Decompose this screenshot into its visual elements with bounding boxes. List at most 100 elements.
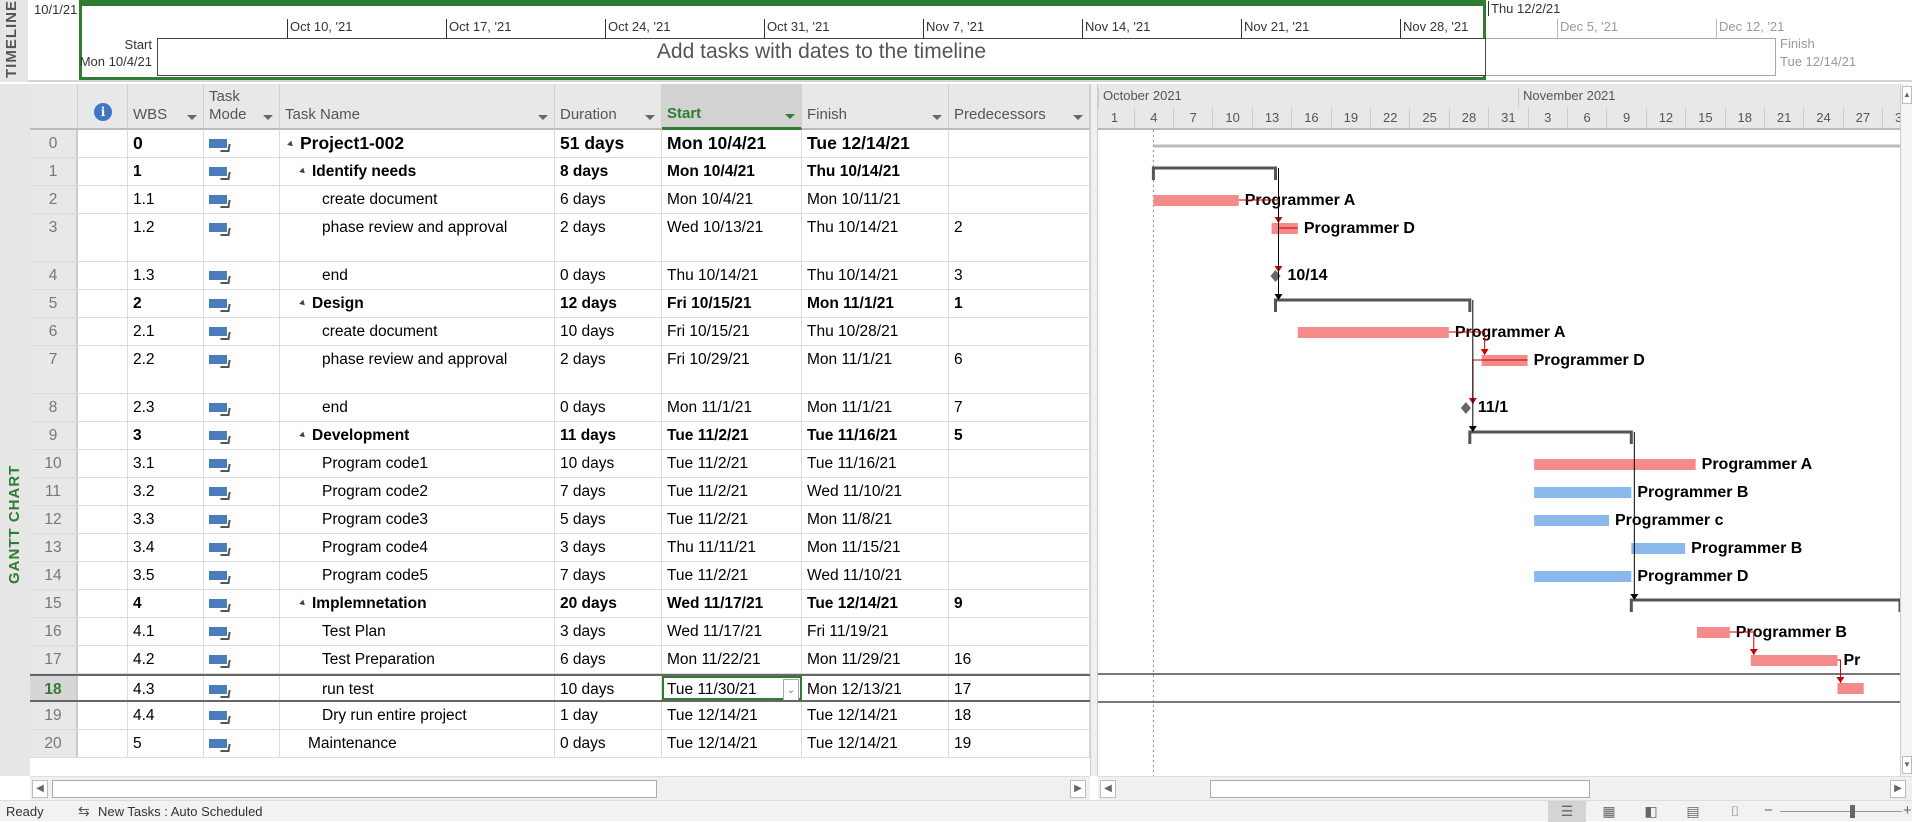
- finish-cell[interactable]: Thu 10/14/21: [802, 158, 949, 185]
- task-bar[interactable]: [1750, 655, 1838, 666]
- finish-cell[interactable]: Mon 10/11/21: [802, 186, 949, 213]
- row-number[interactable]: 6: [30, 318, 78, 345]
- row-number[interactable]: 5: [30, 290, 78, 317]
- task-bar[interactable]: [1534, 571, 1632, 582]
- summary-bar[interactable]: [1468, 430, 1633, 444]
- table-row[interactable]: 6 2.1 create document 10 days Fri 10/15/21 Th…: [30, 318, 1090, 346]
- start-cell[interactable]: Fri 10/29/21: [662, 346, 802, 393]
- finish-cell[interactable]: Thu 10/14/21: [802, 214, 949, 261]
- finish-cell[interactable]: Mon 11/1/21: [802, 394, 949, 421]
- row-number[interactable]: 17: [30, 646, 78, 673]
- start-cell[interactable]: Tue 11/30/21 ⌄: [662, 676, 802, 700]
- wbs-cell[interactable]: 4.2: [128, 646, 204, 673]
- task-mode-cell[interactable]: [204, 730, 280, 757]
- scroll-up-arrow[interactable]: ▲: [1902, 86, 1912, 104]
- team-planner-view-button[interactable]: ◧: [1632, 801, 1670, 822]
- indicators-cell[interactable]: [78, 158, 128, 185]
- new-tasks-mode[interactable]: New Tasks : Auto Scheduled: [98, 804, 263, 819]
- start-cell[interactable]: Wed 11/17/21: [662, 590, 802, 617]
- table-row[interactable]: 3 1.2 phase review and approval 2 days Wed 1…: [30, 214, 1090, 262]
- column-header-start[interactable]: Start: [662, 84, 802, 130]
- indicators-cell[interactable]: [78, 290, 128, 317]
- wbs-cell[interactable]: 1.1: [128, 186, 204, 213]
- task-mode-cell[interactable]: [204, 646, 280, 673]
- table-row[interactable]: 0 0 Project1-002 51 days Mon 10/4/21 Tue 12/1…: [30, 130, 1090, 158]
- column-header-predecessors[interactable]: Predecessors: [949, 84, 1090, 130]
- zoom-slider-handle[interactable]: [1850, 805, 1855, 818]
- task-name-cell[interactable]: Identify needs: [280, 158, 555, 185]
- task-mode-cell[interactable]: [204, 534, 280, 561]
- chevron-down-icon[interactable]: [263, 115, 273, 120]
- wbs-cell[interactable]: 2.1: [128, 318, 204, 345]
- finish-cell[interactable]: Mon 11/29/21: [802, 646, 949, 673]
- predecessors-cell[interactable]: [949, 450, 1090, 477]
- start-cell[interactable]: Mon 10/4/21: [662, 186, 802, 213]
- finish-cell[interactable]: Tue 12/14/21: [802, 590, 949, 617]
- row-number[interactable]: 7: [30, 346, 78, 393]
- table-row[interactable]: 7 2.2 phase review and approval 2 days Fri 1…: [30, 346, 1090, 394]
- start-cell[interactable]: Wed 10/13/21: [662, 214, 802, 261]
- duration-cell[interactable]: 51 days: [555, 130, 662, 157]
- indicators-cell[interactable]: [78, 450, 128, 477]
- vertical-scroll-track[interactable]: [1902, 106, 1912, 806]
- wbs-cell[interactable]: 0: [128, 130, 204, 157]
- task-mode-cell[interactable]: [204, 346, 280, 393]
- indicators-cell[interactable]: [78, 422, 128, 449]
- row-number[interactable]: 1: [30, 158, 78, 185]
- wbs-cell[interactable]: 3.2: [128, 478, 204, 505]
- scroll-right-arrow[interactable]: ▶: [1070, 780, 1086, 798]
- row-number[interactable]: 18: [30, 676, 78, 700]
- task-bar[interactable]: [1696, 627, 1730, 638]
- row-number[interactable]: 14: [30, 562, 78, 589]
- duration-cell[interactable]: 0 days: [555, 394, 662, 421]
- predecessors-cell[interactable]: 1: [949, 290, 1090, 317]
- chevron-down-icon[interactable]: [932, 115, 942, 120]
- duration-cell[interactable]: 2 days: [555, 346, 662, 393]
- duration-cell[interactable]: 7 days: [555, 562, 662, 589]
- finish-cell[interactable]: Tue 12/14/21: [802, 130, 949, 157]
- task-mode-cell[interactable]: [204, 158, 280, 185]
- pane-splitter[interactable]: [1090, 84, 1098, 776]
- start-cell[interactable]: Tue 12/14/21: [662, 702, 802, 729]
- duration-cell[interactable]: 10 days: [555, 676, 662, 700]
- task-name-cell[interactable]: Program code2: [280, 478, 555, 505]
- wbs-cell[interactable]: 3.4: [128, 534, 204, 561]
- duration-cell[interactable]: 6 days: [555, 646, 662, 673]
- start-cell[interactable]: Thu 11/11/21: [662, 534, 802, 561]
- row-number[interactable]: 12: [30, 506, 78, 533]
- report-view-button[interactable]: ⌷: [1716, 801, 1754, 822]
- predecessors-cell[interactable]: [949, 186, 1090, 213]
- indicators-cell[interactable]: [78, 676, 128, 700]
- finish-cell[interactable]: Fri 11/19/21: [802, 618, 949, 645]
- task-mode-cell[interactable]: [204, 422, 280, 449]
- wbs-cell[interactable]: 1.2: [128, 214, 204, 261]
- finish-cell[interactable]: Tue 12/14/21: [802, 730, 949, 757]
- task-mode-cell[interactable]: [204, 290, 280, 317]
- finish-cell[interactable]: Tue 11/16/21: [802, 450, 949, 477]
- gantt-bars-area[interactable]: Programmer AProgrammer DProgrammer AProg…: [1098, 130, 1900, 776]
- wbs-cell[interactable]: 2.3: [128, 394, 204, 421]
- predecessors-cell[interactable]: [949, 318, 1090, 345]
- task-name-cell[interactable]: Program code1: [280, 450, 555, 477]
- collapse-triangle-icon[interactable]: [299, 300, 307, 308]
- wbs-cell[interactable]: 2.2: [128, 346, 204, 393]
- column-header-indicators[interactable]: i: [78, 84, 128, 130]
- task-name-cell[interactable]: Dry run entire project: [280, 702, 555, 729]
- task-name-cell[interactable]: Design: [280, 290, 555, 317]
- finish-cell[interactable]: Wed 11/10/21: [802, 562, 949, 589]
- duration-cell[interactable]: 3 days: [555, 618, 662, 645]
- resource-sheet-view-button[interactable]: ▤: [1674, 801, 1712, 822]
- task-name-cell[interactable]: Maintenance: [280, 730, 555, 757]
- scroll-left-arrow[interactable]: ◀: [1100, 780, 1116, 798]
- predecessors-cell[interactable]: 3: [949, 262, 1090, 289]
- duration-cell[interactable]: 7 days: [555, 478, 662, 505]
- zoom-out-icon[interactable]: −: [1764, 802, 1773, 819]
- start-cell[interactable]: Fri 10/15/21: [662, 318, 802, 345]
- task-bar[interactable]: [1534, 459, 1696, 470]
- indicators-cell[interactable]: [78, 646, 128, 673]
- task-mode-cell[interactable]: [204, 478, 280, 505]
- chevron-down-icon[interactable]: [645, 115, 655, 120]
- task-bar[interactable]: [1837, 683, 1864, 694]
- start-cell[interactable]: Tue 11/2/21: [662, 422, 802, 449]
- task-mode-cell[interactable]: [204, 214, 280, 261]
